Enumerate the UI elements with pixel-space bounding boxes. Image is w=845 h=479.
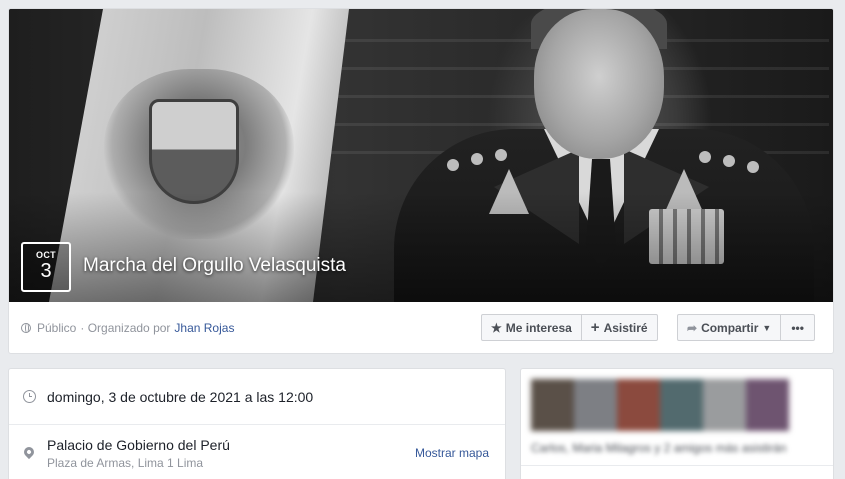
uniform-button	[699, 151, 711, 163]
event-meta-bar: Público · Organizado por Jhan Rojas ★ Me…	[9, 302, 833, 353]
rsvp-button-group: ★ Me interesa + Asistiré	[481, 314, 658, 341]
shield-emblem	[149, 99, 239, 204]
attendee-avatar[interactable]	[660, 379, 703, 431]
cover-gradient	[9, 192, 833, 302]
event-datetime[interactable]: domingo, 3 de octubre de 2021 a las 12:0…	[47, 389, 313, 405]
event-title: Marcha del Orgullo Velasquista	[83, 255, 346, 276]
attendee-avatar[interactable]	[703, 379, 746, 431]
uniform-button	[747, 161, 759, 173]
event-header-card: OCT 3 Marcha del Orgullo Velasquista Púb…	[8, 8, 834, 354]
place-address: Plaza de Armas, Lima 1 Lima	[47, 456, 204, 470]
chevron-down-icon: ▼	[762, 322, 772, 333]
date-month: OCT	[36, 250, 56, 260]
share-arrow-icon: ➦	[687, 320, 698, 335]
uniform-button	[723, 155, 735, 167]
going-button[interactable]: + Asistiré	[582, 315, 657, 340]
share-button-group: ➦ Compartir ▼ •••	[677, 314, 815, 341]
location-pin-icon	[21, 444, 37, 460]
cover-photo[interactable]: OCT 3 Marcha del Orgullo Velasquista	[9, 9, 833, 302]
show-map-link[interactable]: Mostrar mapa	[415, 446, 489, 460]
attendee-photos[interactable]	[531, 379, 791, 431]
attendee-avatar[interactable]	[617, 379, 660, 431]
organizer-link[interactable]: Jhan Rojas	[174, 321, 234, 335]
attendee-avatar[interactable]	[746, 379, 789, 431]
attendee-avatar[interactable]	[531, 379, 574, 431]
attendees-summary[interactable]: Carlos, Maria Milagros y 2 amigos más as…	[531, 441, 786, 455]
share-button[interactable]: ➦ Compartir ▼	[678, 315, 782, 340]
plus-icon: +	[590, 319, 600, 336]
attendees-card: Carlos, Maria Milagros y 2 amigos más as…	[520, 368, 834, 479]
going-label: Asistiré	[603, 320, 648, 335]
uniform-button	[471, 153, 483, 165]
attendee-avatar[interactable]	[574, 379, 617, 431]
date-row: domingo, 3 de octubre de 2021 a las 12:0…	[9, 369, 505, 425]
more-icon: •••	[791, 320, 804, 335]
event-date-badge: OCT 3	[21, 242, 71, 292]
interested-button[interactable]: ★ Me interesa	[482, 315, 582, 340]
clock-icon	[23, 390, 36, 403]
privacy-label: Público	[37, 321, 77, 335]
event-meta: Público · Organizado por Jhan Rojas	[21, 321, 234, 335]
divider	[521, 465, 833, 466]
date-day: 3	[40, 260, 52, 282]
uniform-button	[447, 159, 459, 171]
star-icon: ★	[491, 320, 502, 335]
more-options-button[interactable]: •••	[781, 315, 814, 340]
place-name[interactable]: Palacio de Gobierno del Perú	[47, 437, 230, 453]
interested-label: Me interesa	[505, 320, 572, 335]
head	[534, 9, 664, 159]
organized-by-label: · Organizado por	[80, 321, 171, 335]
uniform-button	[495, 149, 507, 161]
event-details-card: domingo, 3 de octubre de 2021 a las 12:0…	[8, 368, 506, 479]
globe-icon	[21, 323, 31, 333]
share-label: Compartir	[701, 320, 759, 335]
